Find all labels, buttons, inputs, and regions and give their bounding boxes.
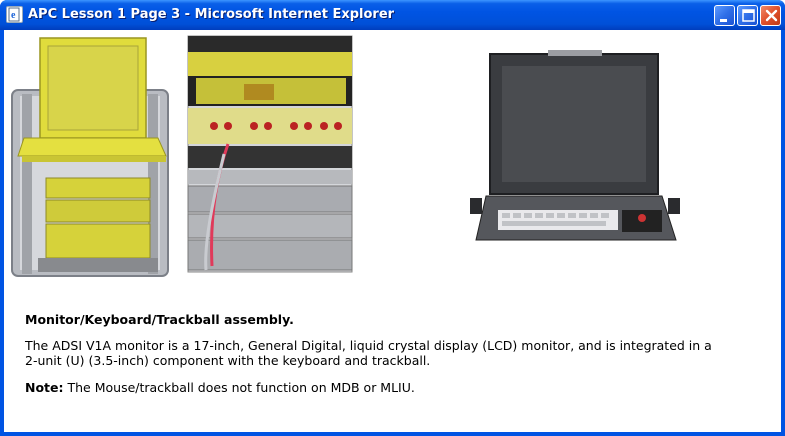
equipment-rack-photo: [184, 34, 356, 274]
note-label: Note:: [25, 380, 64, 395]
note: Note: The Mouse/trackball does not funct…: [25, 380, 415, 395]
window-title: APC Lesson 1 Page 3 - Microsoft Internet…: [28, 7, 395, 22]
svg-text:e: e: [11, 10, 16, 21]
title-bar[interactable]: e APC Lesson 1 Page 3 - Microsoft Intern…: [0, 0, 785, 30]
minimize-button[interactable]: [714, 5, 735, 26]
window-frame-bottom: [0, 432, 785, 436]
close-icon: [765, 9, 778, 22]
page-heading: Monitor/Keyboard/Trackball assembly.: [25, 312, 294, 327]
rack-case-photo: [8, 32, 178, 282]
page-content: Monitor/Keyboard/Trackball assembly. The…: [4, 30, 781, 432]
minimize-icon: [720, 19, 727, 22]
maximize-icon: [742, 9, 755, 22]
browser-window: e APC Lesson 1 Page 3 - Microsoft Intern…: [0, 0, 785, 436]
ie-page-icon[interactable]: e: [6, 6, 23, 23]
maximize-button[interactable]: [737, 5, 758, 26]
close-button[interactable]: [760, 5, 781, 26]
monitor-keyboard-unit-photo: [470, 50, 682, 244]
description-paragraph: The ADSI V1A monitor is a 17-inch, Gener…: [25, 338, 712, 368]
note-text: The Mouse/trackball does not function on…: [63, 380, 415, 395]
